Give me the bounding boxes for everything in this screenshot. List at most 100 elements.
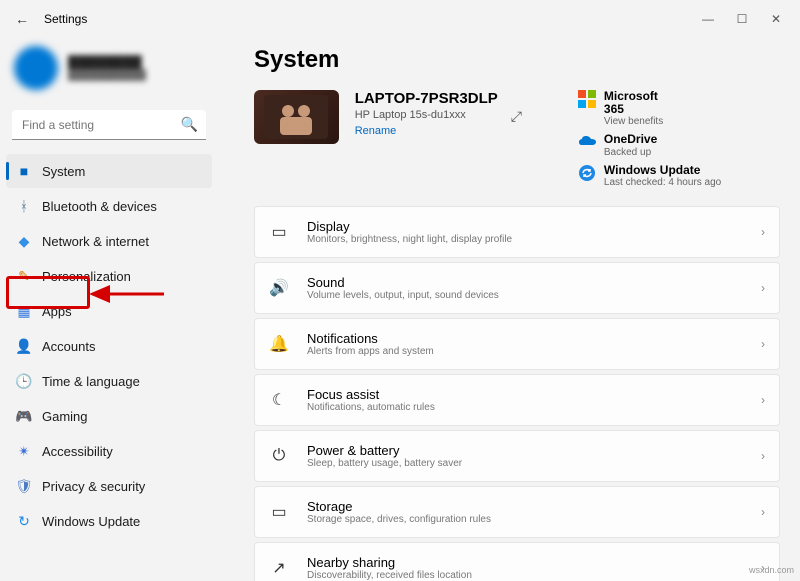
onedrive-icon [578, 133, 596, 151]
back-button[interactable]: ← [8, 5, 36, 33]
main: System LAPTOP-7PSR3DLP HP Laptop 15s-du1… [230, 40, 794, 581]
sidebar-nav: ■ System ᚼ Bluetooth & devices ◆ Network & in… [6, 154, 212, 538]
search-wrap: 🔍 [12, 110, 206, 140]
sidebar-item-windows-update[interactable]: ↻ Windows Update [6, 504, 212, 538]
close-button[interactable]: ✕ [766, 12, 786, 26]
card-title: Display [307, 219, 743, 234]
nav-icon: ✴ [16, 443, 32, 459]
sidebar-item-privacy-security[interactable]: 🛡 Privacy & security [6, 469, 212, 503]
card-icon: 🔊 [269, 278, 289, 298]
device-info: LAPTOP-7PSR3DLP HP Laptop 15s-du1xxx Ren… [355, 90, 535, 139]
sidebar-item-bluetooth-devices[interactable]: ᚼ Bluetooth & devices [6, 189, 212, 223]
card-icon: ▭ [269, 502, 289, 522]
card-title: Storage [307, 499, 743, 514]
card-display[interactable]: ▭ DisplayMonitors, brightness, night ligh… [254, 206, 780, 258]
search-icon: 🔍 [181, 116, 198, 133]
sidebar-item-label: Time & language [42, 374, 140, 389]
service-subtitle: Last checked: 4 hours ago [604, 177, 721, 188]
sidebar-item-label: Accounts [42, 339, 95, 354]
sidebar-item-label: Bluetooth & devices [42, 199, 157, 214]
card-sound[interactable]: 🔊 SoundVolume levels, output, input, soun… [254, 262, 780, 314]
nav-icon: 🎮 [16, 408, 32, 424]
card-notifications[interactable]: 🔔 NotificationsAlerts from apps and syste… [254, 318, 780, 370]
user-block[interactable]: ████████ ███████████ [6, 40, 212, 104]
card-subtitle: Volume levels, output, input, sound devi… [307, 290, 743, 301]
sidebar-item-gaming[interactable]: 🎮 Gaming [6, 399, 212, 433]
nav-icon: ▦ [16, 303, 32, 319]
service-subtitle: View benefits [604, 116, 678, 127]
device-name: LAPTOP-7PSR3DLP [355, 90, 535, 107]
sidebar-item-network-internet[interactable]: ◆ Network & internet [6, 224, 212, 258]
device-model: HP Laptop 15s-du1xxx [355, 109, 535, 121]
settings-cards: ▭ DisplayMonitors, brightness, night ligh… [254, 206, 780, 581]
sidebar-item-label: System [42, 164, 85, 179]
nav-icon: 🕒 [16, 373, 32, 389]
card-power-battery[interactable]: ⏻ Power & batterySleep, battery usage, ba… [254, 430, 780, 482]
rename-link[interactable]: Rename [355, 125, 397, 137]
sidebar-item-label: Apps [42, 304, 72, 319]
device-hero: LAPTOP-7PSR3DLP HP Laptop 15s-du1xxx Ren… [254, 90, 780, 188]
nav-icon: ↻ [16, 513, 32, 529]
card-icon: ☾ [269, 390, 289, 410]
card-focus-assist[interactable]: ☾Focus assistNotifications, automatic ru… [254, 374, 780, 426]
nav-icon: 🛡 [16, 478, 32, 494]
device-thumbnail [254, 90, 339, 144]
avatar [14, 46, 58, 90]
nav-icon: ■ [16, 163, 32, 179]
service-onedrive[interactable]: OneDriveBacked up [578, 133, 678, 157]
card-nearby-sharing[interactable]: ↗ Nearby sharingDiscoverability, received… [254, 542, 780, 581]
window-controls: — ☐ ✕ [698, 12, 792, 26]
card-subtitle: Discoverability, received files location [307, 570, 743, 581]
search-input[interactable] [12, 110, 206, 140]
minimize-button[interactable]: — [698, 12, 718, 26]
app-title: Settings [44, 12, 87, 26]
sidebar-item-accounts[interactable]: 👤 Accounts [6, 329, 212, 363]
titlebar: ← Settings — ☐ ✕ [0, 0, 800, 38]
card-subtitle: Storage space, drives, configuration rul… [307, 514, 743, 525]
nav-icon: ✎ [16, 268, 32, 284]
sidebar-item-label: Network & internet [42, 234, 149, 249]
annotation-arrow [88, 282, 168, 306]
card-title: Notifications [307, 331, 743, 346]
watermark: wsxdn.com [749, 565, 794, 575]
page-title: System [254, 46, 780, 74]
card-icon: ▭ [269, 222, 289, 242]
nav-icon: ◆ [16, 233, 32, 249]
chevron-right-icon: › [761, 225, 765, 239]
card-subtitle: Sleep, battery usage, battery saver [307, 458, 743, 469]
card-icon: ↗ [269, 558, 289, 578]
card-title: Sound [307, 275, 743, 290]
service-title: Microsoft 365 [604, 90, 678, 116]
rotate-icon[interactable]: ⤢ [511, 108, 522, 125]
service-title: Windows Update [604, 164, 721, 177]
card-icon: 🔔 [269, 334, 289, 354]
nav-icon: 👤 [16, 338, 32, 354]
sidebar-item-time-language[interactable]: 🕒 Time & language [6, 364, 212, 398]
card-subtitle: Alerts from apps and system [307, 346, 743, 357]
services: Microsoft 365View benefits OneDriveBacked… [578, 90, 780, 188]
card-title: Nearby sharing [307, 555, 743, 570]
sidebar-item-system[interactable]: ■ System [6, 154, 212, 188]
chevron-right-icon: › [761, 281, 765, 295]
card-subtitle: Monitors, brightness, night light, displ… [307, 234, 743, 245]
maximize-button[interactable]: ☐ [732, 12, 752, 26]
service-subtitle: Backed up [604, 147, 657, 158]
sidebar-item-label: Gaming [42, 409, 88, 424]
sidebar-item-label: Privacy & security [42, 479, 145, 494]
sidebar-item-label: Accessibility [42, 444, 113, 459]
wu-icon [578, 164, 596, 182]
card-storage[interactable]: ▭ StorageStorage space, drives, configura… [254, 486, 780, 538]
service-wu[interactable]: Windows UpdateLast checked: 4 hours ago [578, 164, 778, 188]
ms365-icon [578, 90, 596, 108]
nav-icon: ᚼ [16, 198, 32, 214]
sidebar-item-label: Windows Update [42, 514, 140, 529]
chevron-right-icon: › [761, 505, 765, 519]
card-subtitle: Notifications, automatic rules [307, 402, 743, 413]
chevron-right-icon: › [761, 449, 765, 463]
sidebar-item-accessibility[interactable]: ✴ Accessibility [6, 434, 212, 468]
service-ms365[interactable]: Microsoft 365View benefits [578, 90, 678, 127]
card-title: Power & battery [307, 443, 743, 458]
card-icon: ⏻ [269, 447, 289, 465]
user-email: ███████████ [68, 70, 146, 81]
chevron-right-icon: › [761, 393, 765, 407]
